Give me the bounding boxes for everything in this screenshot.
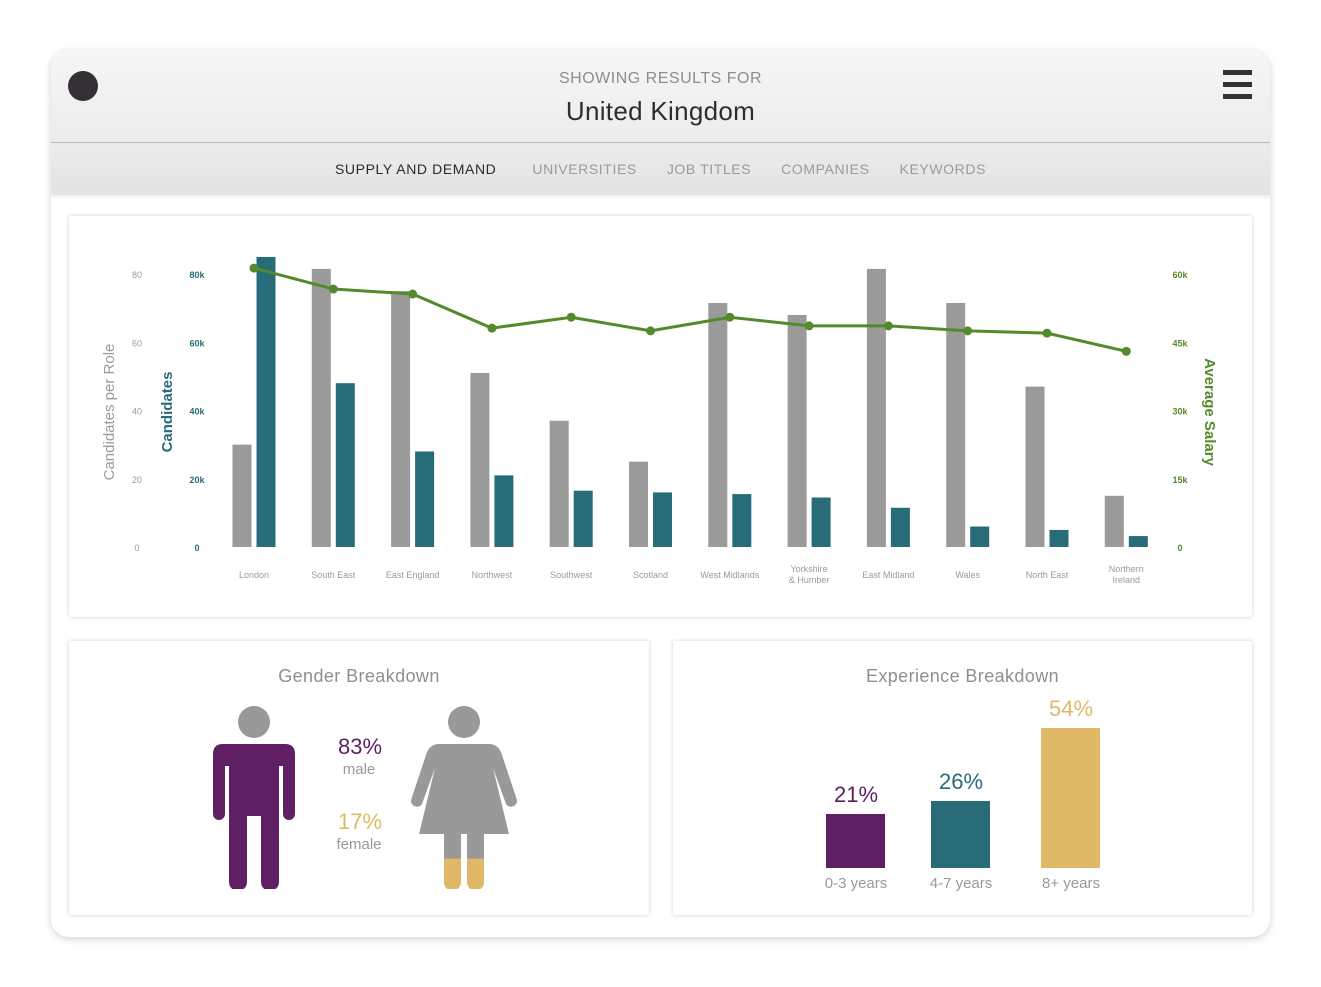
bar-candidates-per-role <box>866 268 886 547</box>
bar-candidates <box>494 475 514 547</box>
male-label: male <box>342 761 376 778</box>
bar-candidates-per-role <box>946 303 966 547</box>
axis-label-candidates-per-role: Candidates per Role <box>101 344 118 481</box>
page-title: United Kingdom <box>565 96 756 126</box>
bar-candidates-per-role <box>391 291 411 547</box>
male-percentage: 83% <box>337 734 383 759</box>
x-tick-label: Wales <box>955 570 980 580</box>
hamburger-menu-icon[interactable] <box>1223 70 1252 100</box>
bar-candidates-per-role <box>629 461 648 547</box>
female-label: female <box>336 836 382 853</box>
tick-left-outer: 40 <box>132 407 142 417</box>
bar-candidates <box>415 451 435 547</box>
point-average-salary <box>963 326 973 336</box>
x-tick-label: Northern Ireland <box>1109 564 1144 585</box>
tick-right: 0 <box>1177 543 1182 553</box>
male-figure-icon <box>213 706 295 889</box>
x-tick-label: North East <box>1026 570 1069 580</box>
tick-left-inner: 40k <box>189 407 205 417</box>
bar-candidates-per-role <box>232 444 252 547</box>
tab-job-titles[interactable]: JOB TITLES <box>652 161 766 177</box>
experience-pct-8-plus: 54% <box>1048 696 1094 721</box>
experience-pct-0-3: 21% <box>833 781 879 807</box>
tick-right: 45k <box>1172 338 1188 348</box>
bar-candidates-per-role <box>787 314 807 547</box>
point-average-salary <box>1042 328 1052 338</box>
bar-candidates-per-role <box>1025 386 1045 547</box>
tick-left-outer: 0 <box>134 543 139 553</box>
female-fill <box>444 858 484 889</box>
tab-supply-and-demand[interactable]: SUPPLY AND DEMAND <box>320 161 517 177</box>
point-average-salary <box>566 312 576 322</box>
bar-candidates-per-role <box>708 303 728 547</box>
tab-keywords[interactable]: KEYWORDS <box>885 161 1001 177</box>
point-average-salary <box>249 263 259 273</box>
point-average-salary <box>883 321 893 331</box>
bar-candidates-per-role <box>1104 495 1124 547</box>
female-figure-icon <box>410 706 518 889</box>
gender-breakdown-title: Gender Breakdown <box>278 666 440 686</box>
bar-candidates <box>1128 536 1148 547</box>
experience-pct-4-7: 26% <box>938 768 984 794</box>
supply-demand-chart-panel: 0 20 40 60 80 0 20k 40k 60k 80k 0 15k 30k 45k 60k Lo… <box>69 216 1252 617</box>
header-subtitle: SHOWING RESULTS FOR <box>559 70 762 87</box>
x-tick-label: East England <box>386 570 440 580</box>
experience-bar-8-plus <box>1041 728 1100 868</box>
tick-left-outer: 20 <box>132 475 142 485</box>
x-tick-label: Northwest <box>472 570 513 580</box>
x-tick-label: West Midlands <box>700 570 759 580</box>
experience-bar-4-7 <box>931 800 990 868</box>
experience-bar-0-3 <box>826 813 885 868</box>
bar-candidates <box>890 507 910 547</box>
x-tick-label: South East <box>311 570 356 580</box>
point-average-salary <box>328 284 338 294</box>
tab-universities[interactable]: UNIVERSITIES <box>517 161 651 177</box>
app-window: SHOWING RESULTS FOR United Kingdom SUPPL… <box>51 50 1270 937</box>
gender-breakdown-panel: Gender Breakdown 83% male 17% female <box>69 641 649 915</box>
header: SHOWING RESULTS FOR United Kingdom <box>51 50 1270 143</box>
bar-candidates <box>653 492 672 547</box>
x-tick-label: Southwest <box>550 570 593 580</box>
experience-label-4-7: 4-7 years <box>929 875 993 892</box>
tick-left-outer: 60 <box>132 338 142 348</box>
point-average-salary <box>408 289 418 299</box>
x-tick-label: Yorkshire & Humber <box>789 564 830 585</box>
bar-candidates <box>970 526 990 547</box>
experience-breakdown-panel: Experience Breakdown 21% 26% 54% 0-3 yea… <box>673 641 1252 915</box>
bar-candidates-per-role <box>470 372 490 547</box>
tick-left-inner: 20k <box>189 475 205 485</box>
tick-right: 15k <box>1172 475 1188 485</box>
x-tick-label: London <box>239 570 269 580</box>
point-average-salary <box>487 323 497 333</box>
point-average-salary <box>804 321 814 331</box>
x-tick-label: East Midland <box>862 570 914 580</box>
tick-left-inner: 60k <box>189 338 205 348</box>
bar-candidates-per-role <box>549 420 569 547</box>
bar-candidates <box>573 490 593 547</box>
bar-candidates-per-role <box>311 268 331 547</box>
bar-candidates <box>811 497 831 547</box>
bar-candidates <box>256 256 276 547</box>
point-average-salary <box>725 312 735 322</box>
point-average-salary <box>1121 346 1131 356</box>
axis-label-average-salary: Average Salary <box>1201 358 1218 467</box>
experience-label-0-3: 0-3 years <box>824 875 888 892</box>
point-average-salary <box>646 326 655 336</box>
tab-bar: SUPPLY AND DEMAND UNIVERSITIES JOB TITLE… <box>51 143 1270 195</box>
bar-candidates <box>335 383 355 547</box>
x-tick-label: Scotland <box>633 570 668 580</box>
tick-left-inner: 0 <box>194 543 199 553</box>
supply-demand-chart: 0 20 40 60 80 0 20k 40k 60k 80k 0 15k 30k 45k 60k Lo… <box>101 256 1218 585</box>
tick-left-inner: 80k <box>189 270 205 280</box>
experience-label-8-plus: 8+ years <box>1042 875 1100 892</box>
tick-right: 30k <box>1172 407 1188 417</box>
tick-right: 60k <box>1172 270 1188 280</box>
axis-label-candidates: Candidates <box>159 372 176 453</box>
tick-left-outer: 80 <box>132 270 142 280</box>
tab-companies[interactable]: COMPANIES <box>766 161 884 177</box>
line-average-salary <box>253 266 1127 353</box>
female-percentage: 17% <box>337 809 383 834</box>
bar-candidates <box>732 494 752 547</box>
bar-candidates <box>1049 529 1069 547</box>
